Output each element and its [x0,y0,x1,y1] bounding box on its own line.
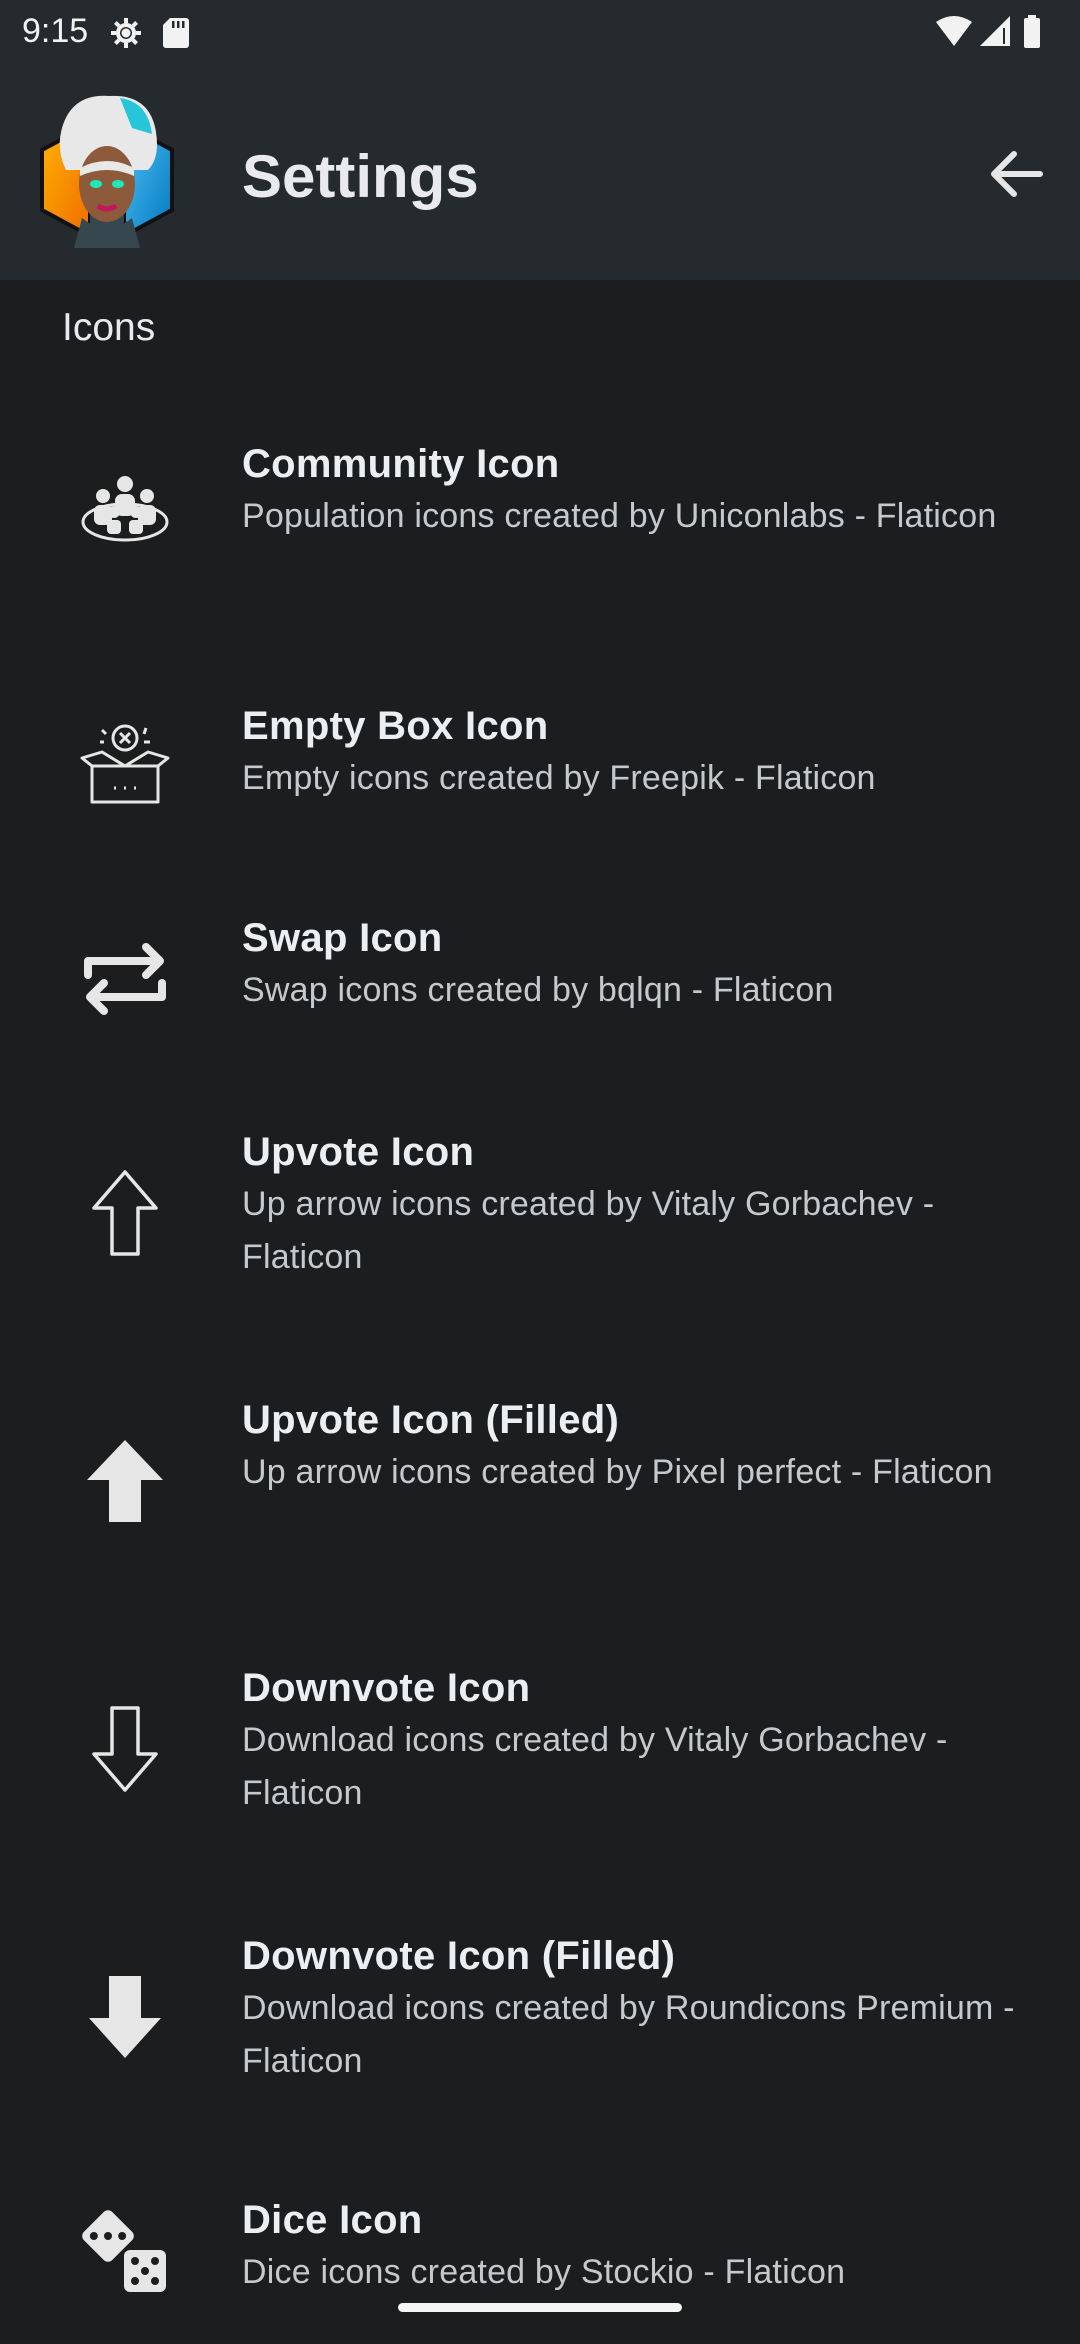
item-subtitle: Population icons created by Uniconlabs -… [242,497,997,535]
cellular-signal-icon [980,16,1010,46]
upvote-outline-icon [70,1158,180,1268]
downvote-outline-icon [70,1694,180,1804]
item-subtitle: Up arrow icons created by Pixel perfect … [242,1453,993,1491]
list-item[interactable]: Downvote Icon Download icons created by … [0,1648,1080,1848]
sd-card-icon [163,18,189,48]
home-indicator[interactable] [398,2303,682,2312]
list-item[interactable]: Upvote Icon (Filled) Up arrow icons crea… [0,1380,1080,1580]
list-item[interactable]: Community Icon Population icons created … [0,420,1080,620]
battery-icon [1024,18,1040,48]
list-item[interactable]: Swap Icon Swap icons created by bqlqn - … [0,900,1080,1060]
list-item[interactable]: Downvote Icon (Filled) Download icons cr… [0,1916,1080,2116]
swap-icon [70,924,180,1034]
item-subtitle: Up arrow icons created by Vitaly Gorbach… [242,1185,935,1276]
item-title: Upvote Icon [242,1130,475,1174]
item-title: Empty Box Icon [242,704,549,748]
item-title: Downvote Icon [242,1666,531,1710]
list-item[interactable]: Upvote Icon Up arrow icons created by Vi… [0,1112,1080,1312]
downvote-filled-icon [70,1962,180,2072]
community-icon [70,460,180,570]
arrow-back-icon [991,151,1043,197]
page-title: Settings [242,143,479,210]
list-item[interactable]: Dice Icon Dice icons created by Stockio … [0,2184,1080,2344]
item-title: Community Icon [242,442,560,486]
status-time: 9:15 [22,12,89,50]
item-subtitle: Swap icons created by bqlqn - Flaticon [242,971,834,1009]
item-title: Dice Icon [242,2198,423,2242]
upvote-filled-icon [70,1426,180,1536]
status-right-icons [934,14,1054,57]
status-left-icons [106,14,196,57]
app-logo [32,88,182,248]
item-subtitle: Download icons created by Vitaly Gorbach… [242,1721,948,1812]
item-subtitle: Dice icons created by Stockio - Flaticon [242,2253,846,2291]
back-button[interactable] [978,136,1054,212]
empty-box-icon [70,708,180,818]
item-title: Upvote Icon (Filled) [242,1398,620,1442]
list-item[interactable]: Empty Box Icon Empty icons created by Fr… [0,688,1080,848]
item-subtitle: Download icons created by Roundicons Pre… [242,1989,1015,2080]
wifi-icon [936,16,972,46]
dice-icon [70,2198,180,2308]
settings-gear-icon [111,18,141,48]
app-bar: Settings [0,66,1080,280]
item-subtitle: Empty icons created by Freepik - Flatico… [242,759,876,797]
status-bar: 9:15 [0,0,1080,66]
item-title: Downvote Icon (Filled) [242,1934,676,1978]
item-title: Swap Icon [242,916,443,960]
section-header: Icons [62,306,156,349]
